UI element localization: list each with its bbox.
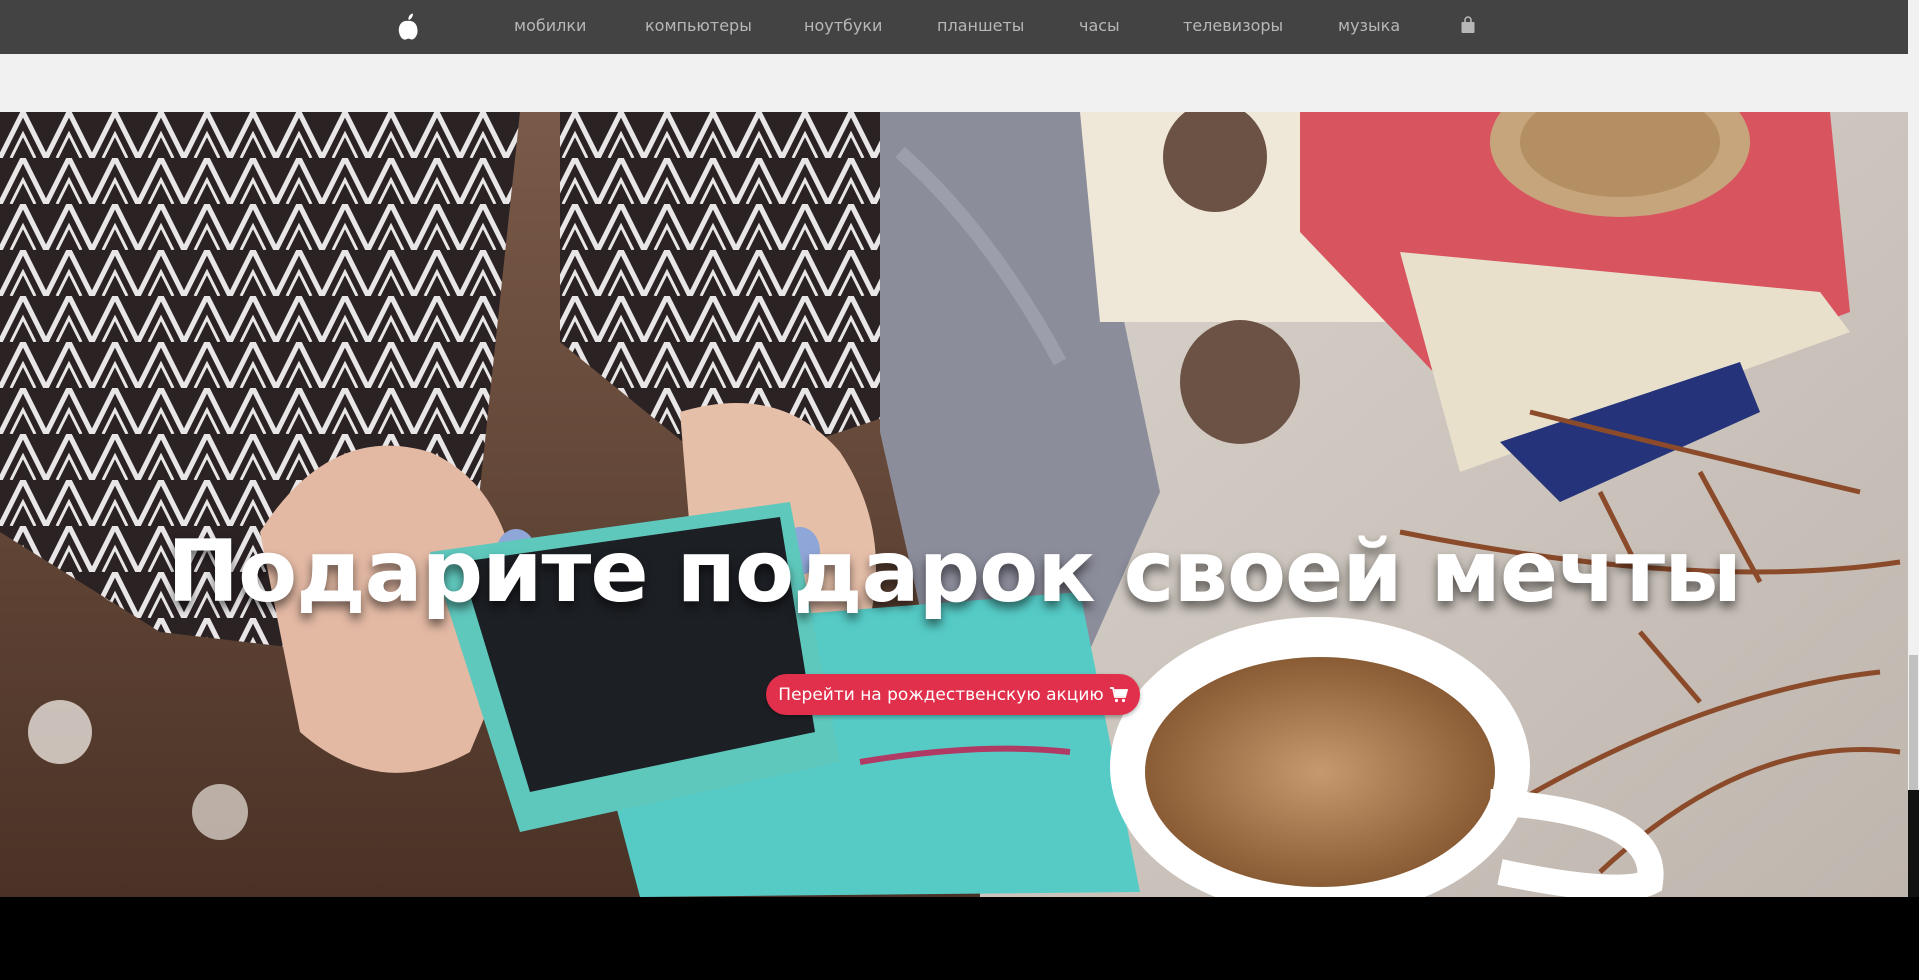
nav-item-music[interactable]: музыка (1338, 16, 1400, 35)
top-navbar: мобилки компьютеры ноутбуки планшеты час… (0, 0, 1908, 54)
page-footer-area (0, 897, 1919, 980)
apple-logo-icon[interactable] (396, 12, 420, 42)
subheader-band (0, 54, 1908, 112)
nav-item-laptops[interactable]: ноутбуки (804, 16, 882, 35)
nav-item-computers[interactable]: компьютеры (645, 16, 752, 35)
shopping-bag-icon[interactable] (1460, 15, 1476, 35)
hero-banner: Подарите подарок своей мечты Перейти на … (0, 112, 1908, 897)
hero-photo (0, 112, 1908, 897)
nav-item-mobiles[interactable]: мобилки (514, 16, 586, 35)
scrollbar-lower-area (1908, 790, 1919, 897)
christmas-promo-button[interactable]: Перейти на рождественскую акцию (766, 674, 1140, 715)
hero-title: Подарите подарок своей мечты (167, 522, 1742, 622)
scrollbar-thumb[interactable] (1909, 655, 1918, 790)
cart-icon (1109, 686, 1128, 702)
cta-button-label: Перейти на рождественскую акцию (778, 684, 1104, 705)
nav-item-tvs[interactable]: телевизоры (1183, 16, 1283, 35)
nav-item-watches[interactable]: часы (1079, 16, 1120, 35)
nav-item-tablets[interactable]: планшеты (937, 16, 1024, 35)
